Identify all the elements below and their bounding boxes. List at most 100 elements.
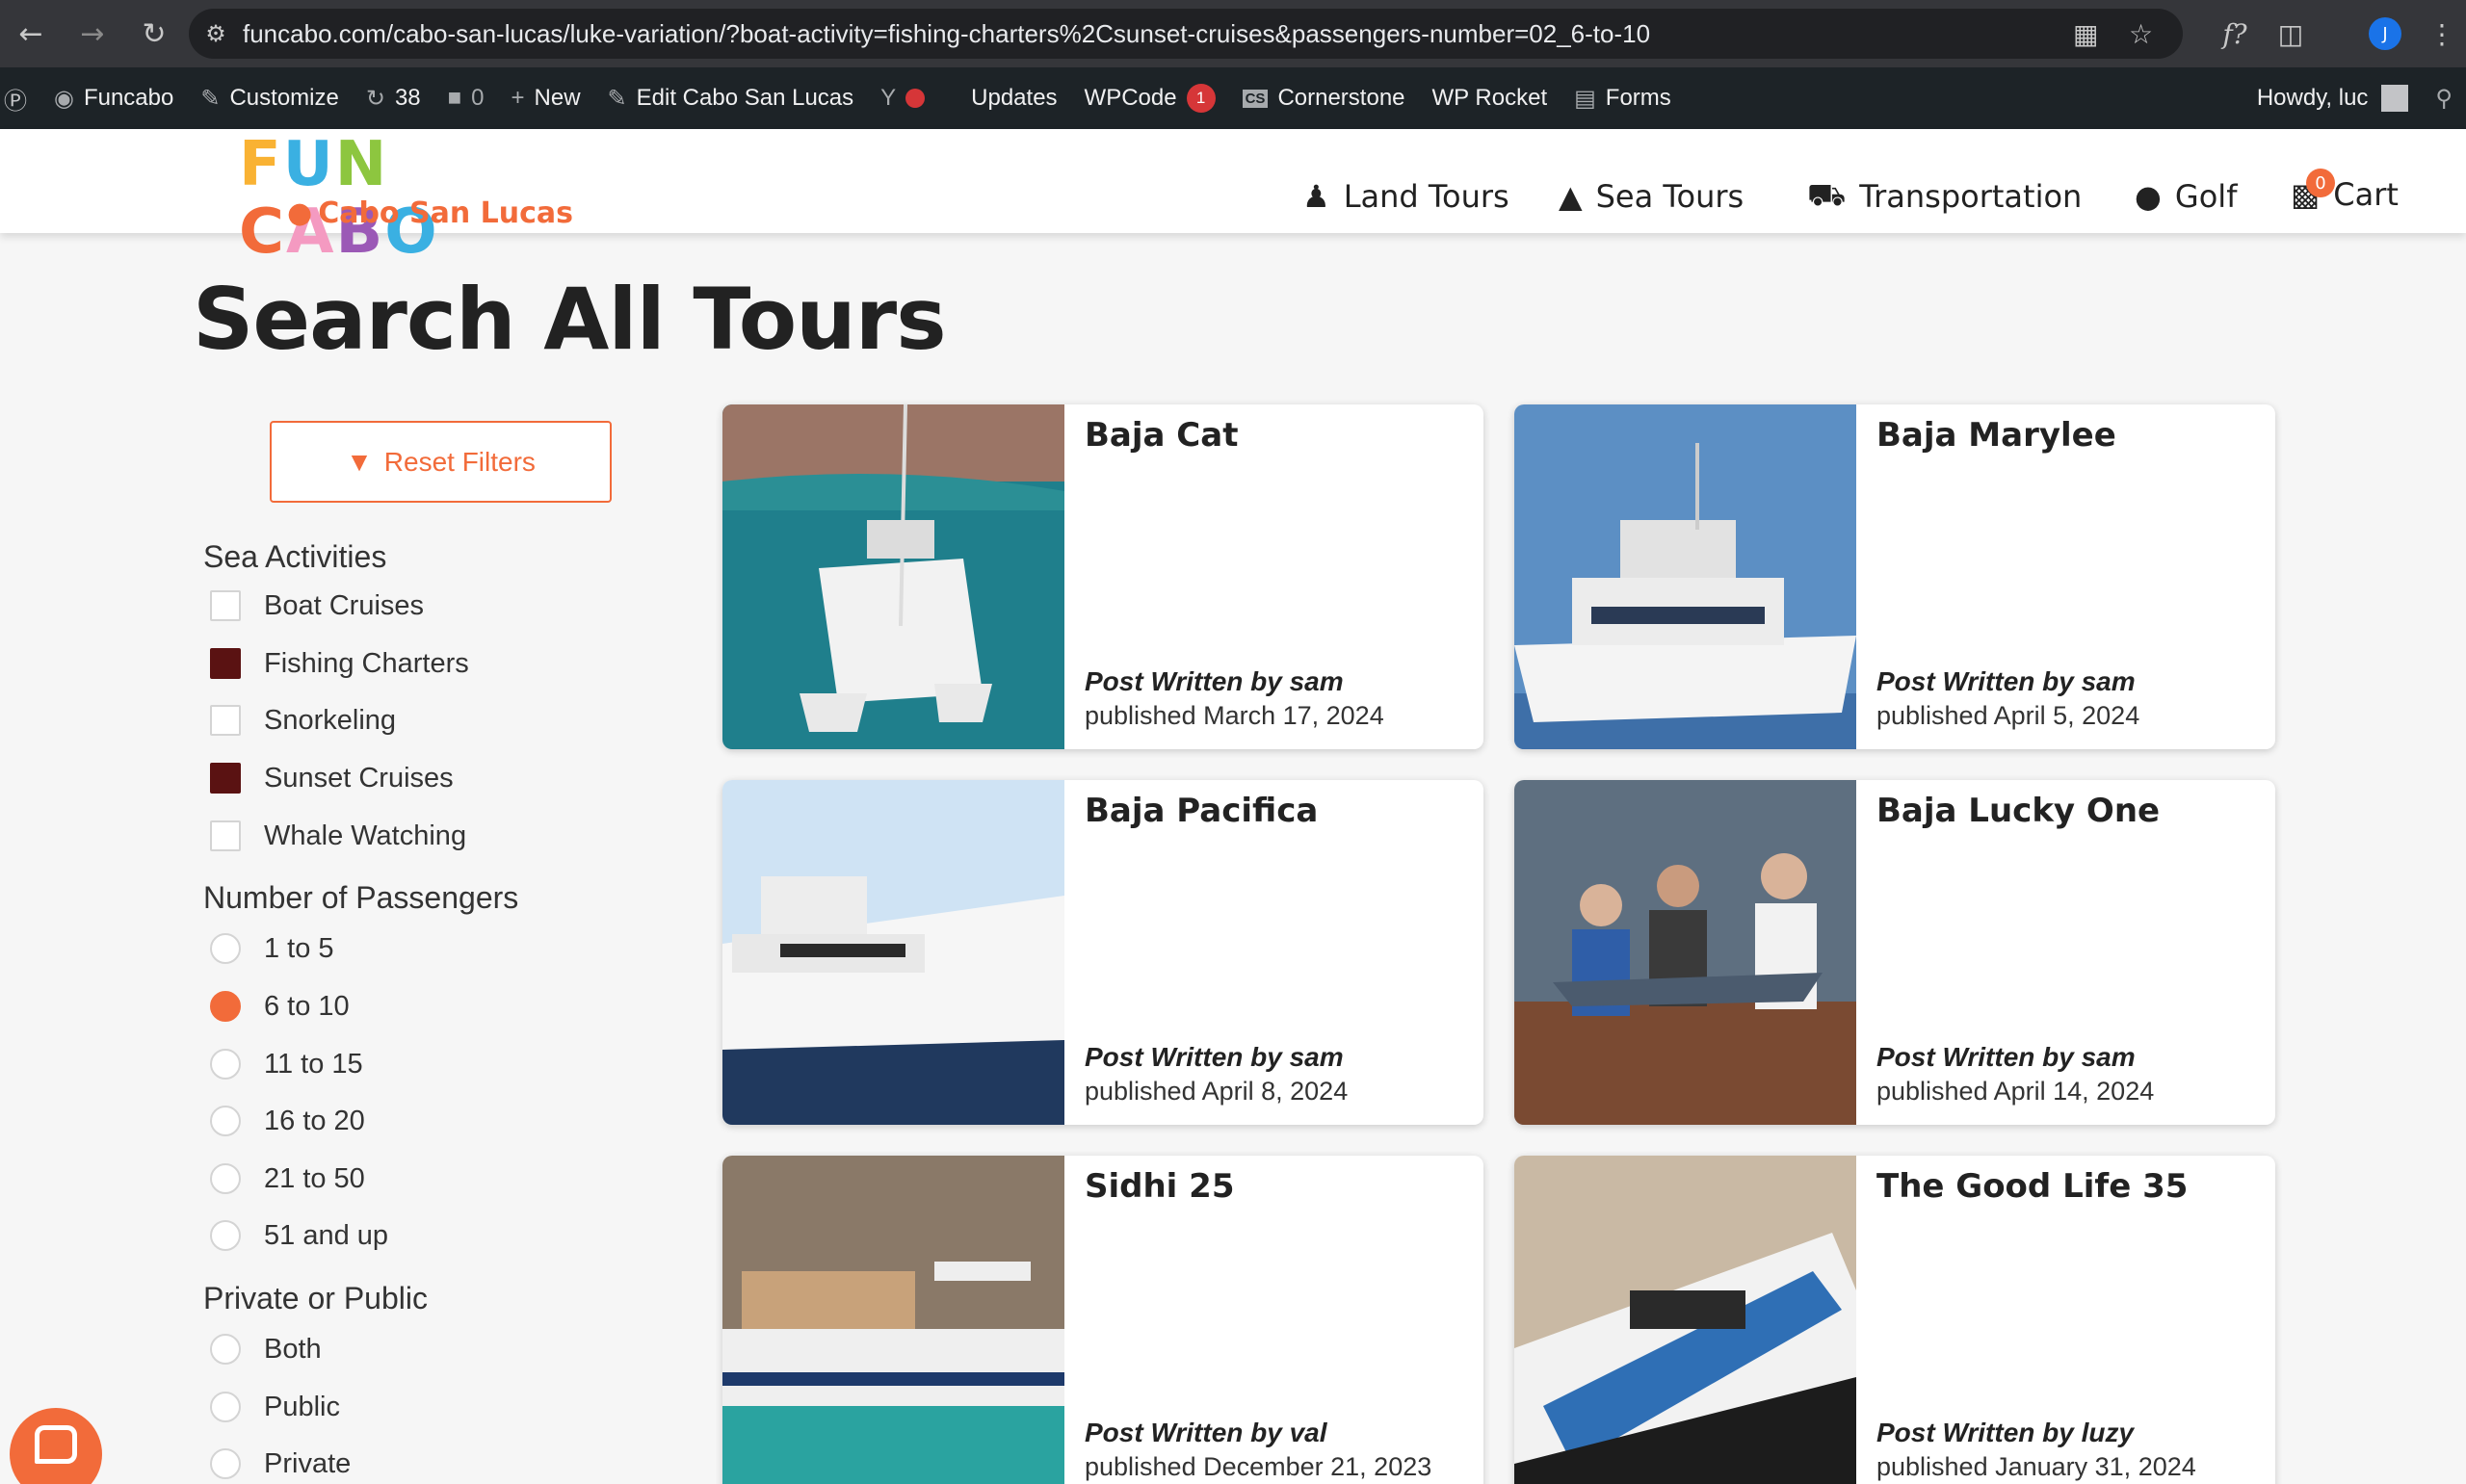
filter-privacy-private[interactable]: Private xyxy=(210,1445,351,1483)
filter-fishing-charters[interactable]: Fishing Charters xyxy=(210,644,469,683)
admin-comments[interactable]: ■ 0 xyxy=(434,67,498,129)
filter-whale-watching[interactable]: Whale Watching xyxy=(210,817,466,855)
admin-cornerstone[interactable]: CS Cornerstone xyxy=(1229,67,1419,129)
tour-date: published April 8, 2024 xyxy=(1085,1077,1349,1106)
nav-cart[interactable]: ▩ 0 Cart xyxy=(2291,166,2399,223)
admin-search-icon[interactable]: ⚲ xyxy=(2422,67,2466,129)
tour-card-baja-marylee[interactable]: Baja Marylee Post Written by sam publish… xyxy=(1514,404,2275,749)
filter-passengers-11-15[interactable]: 11 to 15 xyxy=(210,1045,363,1083)
radio[interactable] xyxy=(210,933,241,964)
tour-image-party-boat[interactable] xyxy=(722,1156,1064,1484)
profile-avatar[interactable]: J xyxy=(2366,0,2404,67)
filter-passengers-21-50[interactable]: 21 to 50 xyxy=(210,1159,365,1198)
filter-heading-privacy: Private or Public xyxy=(203,1281,428,1315)
tour-title[interactable]: The Good Life 35 xyxy=(1876,1167,2188,1206)
radio[interactable] xyxy=(210,1334,241,1365)
tour-card-baja-lucky-one[interactable]: Baja Lucky One Post Written by sam publi… xyxy=(1514,780,2275,1125)
radio[interactable] xyxy=(210,1392,241,1422)
filter-privacy-both[interactable]: Both xyxy=(210,1330,322,1368)
van-icon: ⛟ xyxy=(1807,176,1847,213)
tour-card-baja-pacifica[interactable]: Baja Pacifica Post Written by sam publis… xyxy=(722,780,1483,1125)
filter-sunset-cruises[interactable]: Sunset Cruises xyxy=(210,759,454,797)
admin-customize[interactable]: ✎ Customize xyxy=(187,67,352,129)
forms-icon: ▤ xyxy=(1574,85,1596,112)
chat-widget-button[interactable] xyxy=(10,1408,102,1484)
checkbox-checked[interactable] xyxy=(210,648,241,679)
tour-title[interactable]: Baja Marylee xyxy=(1876,416,2116,455)
admin-howdy[interactable]: Howdy, luc xyxy=(2243,67,2423,129)
filter-snorkeling[interactable]: Snorkeling xyxy=(210,701,396,740)
filter-heading-passengers: Number of Passengers xyxy=(203,880,519,915)
filter-heading-sea-activities: Sea Activities xyxy=(203,539,387,574)
address-bar[interactable]: ⚙ funcabo.com/cabo-san-lucas/luke-variat… xyxy=(189,9,2183,59)
tour-author: Post Written by sam xyxy=(1085,666,1344,696)
admin-new[interactable]: + New xyxy=(498,67,594,129)
tour-title[interactable]: Baja Pacifica xyxy=(1085,792,1318,830)
filter-passengers-6-10[interactable]: 6 to 10 xyxy=(210,987,350,1026)
back-icon[interactable]: ← xyxy=(0,0,62,67)
checkbox[interactable] xyxy=(210,820,241,851)
filter-passengers-51-up[interactable]: 51 and up xyxy=(210,1216,388,1255)
tour-card-baja-cat[interactable]: Baja Cat Post Written by sam published M… xyxy=(722,404,1483,749)
tour-date: published April 14, 2024 xyxy=(1876,1077,2155,1106)
admin-wpcode[interactable]: WPCode 1 xyxy=(1071,67,1229,129)
admin-site-name[interactable]: ◉ Funcabo xyxy=(40,67,187,129)
radio[interactable] xyxy=(210,1049,241,1080)
reset-filters-button[interactable]: ▼ Reset Filters xyxy=(270,421,612,503)
radio[interactable] xyxy=(210,1448,241,1479)
tour-image-yacht[interactable] xyxy=(1514,404,1856,749)
filter-passengers-16-20[interactable]: 16 to 20 xyxy=(210,1102,365,1140)
radio-checked[interactable] xyxy=(210,991,241,1022)
tour-image-motor-yacht[interactable] xyxy=(722,780,1064,1125)
tour-date: published January 31, 2024 xyxy=(1876,1452,2196,1481)
tour-image-fishing-catch[interactable] xyxy=(1514,780,1856,1125)
forward-icon[interactable]: → xyxy=(62,0,123,67)
wp-logo-icon[interactable]: Ⓟ xyxy=(0,67,40,129)
translate-icon[interactable]: ▦ xyxy=(2073,9,2098,59)
url-text: funcabo.com/cabo-san-lucas/luke-variatio… xyxy=(243,18,1651,48)
reload-icon[interactable]: ↻ xyxy=(123,0,185,67)
extensions-puzzle-icon[interactable]: ◫ xyxy=(2271,0,2310,67)
admin-updates[interactable]: Updates xyxy=(958,67,1070,129)
function-extension-icon[interactable]: f? xyxy=(2216,0,2254,67)
filter-boat-cruises[interactable]: Boat Cruises xyxy=(210,586,424,625)
admin-yoast[interactable]: Y xyxy=(867,67,958,129)
browser-menu-icon[interactable]: ⋮ xyxy=(2427,0,2456,67)
tour-author: Post Written by sam xyxy=(1876,666,2136,696)
cart-count-badge: 0 xyxy=(2306,169,2335,197)
site-logo[interactable]: FUN CABO ● Cabo San Lucas xyxy=(239,131,605,266)
tour-title[interactable]: Sidhi 25 xyxy=(1085,1167,1235,1206)
tour-card-sidhi-25[interactable]: Sidhi 25 Post Written by val published D… xyxy=(722,1156,1483,1484)
nav-transportation[interactable]: ⛟ Transportation xyxy=(1807,168,2082,225)
tour-image-catamaran[interactable] xyxy=(722,404,1064,749)
nav-sea-tours[interactable]: ▲ Sea Tours xyxy=(1559,168,1744,225)
tour-date: published December 21, 2023 xyxy=(1085,1452,1432,1481)
pencil-icon: ✎ xyxy=(607,85,627,112)
bookmark-star-icon[interactable]: ☆ xyxy=(2129,9,2153,59)
yoast-icon: Y xyxy=(880,85,897,111)
tour-title[interactable]: Baja Cat xyxy=(1085,416,1238,455)
tour-title[interactable]: Baja Lucky One xyxy=(1876,792,2160,830)
checkbox[interactable] xyxy=(210,590,241,621)
tour-author: Post Written by val xyxy=(1085,1418,1327,1447)
admin-edit-page[interactable]: ✎ Edit Cabo San Lucas xyxy=(594,67,868,129)
tour-author: Post Written by luzy xyxy=(1876,1418,2135,1447)
filter-passengers-1-5[interactable]: 1 to 5 xyxy=(210,929,334,968)
tour-image-speedboat[interactable] xyxy=(1514,1156,1856,1484)
checkbox[interactable] xyxy=(210,705,241,736)
admin-updates-count[interactable]: ↻ 38 xyxy=(353,67,434,129)
admin-forms[interactable]: ▤ Forms xyxy=(1561,67,1685,129)
site-header: FUN CABO ● Cabo San Lucas ♟ Land Tours ▲ Se… xyxy=(0,129,2466,266)
site-settings-icon[interactable]: ⚙ xyxy=(189,20,243,47)
filter-privacy-public[interactable]: Public xyxy=(210,1388,340,1426)
radio[interactable] xyxy=(210,1163,241,1194)
admin-wp-rocket[interactable]: WP Rocket xyxy=(1419,67,1561,129)
nav-land-tours[interactable]: ♟ Land Tours xyxy=(1302,168,1509,225)
tour-card-the-good-life-35[interactable]: The Good Life 35 Post Written by luzy pu… xyxy=(1514,1156,2275,1484)
checkbox-checked[interactable] xyxy=(210,763,241,794)
radio[interactable] xyxy=(210,1106,241,1136)
radio[interactable] xyxy=(210,1220,241,1251)
nav-golf[interactable]: ● Golf xyxy=(2135,168,2237,225)
profile-initial: J xyxy=(2369,17,2401,50)
location-pin-icon: ● xyxy=(287,196,313,230)
